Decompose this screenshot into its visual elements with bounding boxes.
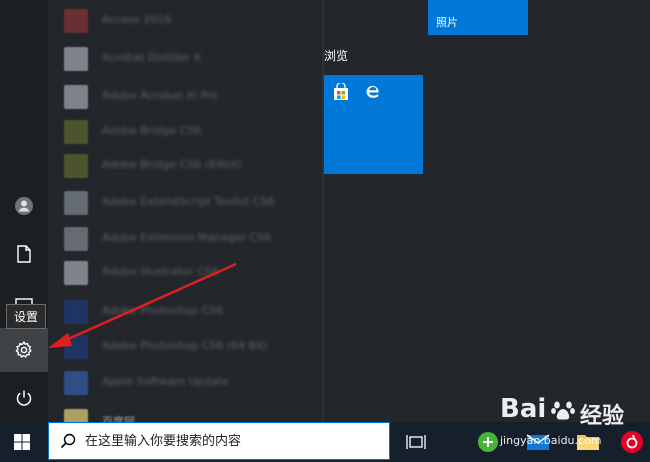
browse-tile[interactable]: [324, 75, 423, 174]
app-icon: [64, 261, 88, 285]
app-name: Adobe Illustrator CS6: [102, 265, 219, 278]
file-explorer-button[interactable]: [570, 422, 606, 462]
app-list-item[interactable]: Adobe Photoshop CS6: [56, 295, 324, 329]
power-button[interactable]: [0, 376, 48, 420]
app-list-item[interactable]: Acrobat Distiller X: [56, 42, 324, 76]
edge-icon: [366, 85, 379, 98]
app-list: Access 2016 Acrobat Distiller X Adobe Ac…: [56, 0, 324, 422]
app-list-item[interactable]: 百度网: [56, 404, 324, 422]
green-app-icon: [478, 432, 498, 452]
app-name: Apple Software Update: [102, 375, 229, 388]
search-input[interactable]: [85, 429, 375, 453]
settings-button[interactable]: [0, 328, 48, 372]
app-name: Adobe Bridge CS6 (64bit): [102, 158, 242, 171]
start-rail: [0, 0, 48, 422]
app-name: Adobe Acrobat XI Pro: [102, 89, 218, 102]
microsoft-store-icon: [334, 83, 348, 100]
netease-music-button[interactable]: [614, 422, 650, 462]
taskbar-search-box[interactable]: [48, 422, 390, 460]
documents-button[interactable]: [0, 232, 48, 276]
task-view-icon: [406, 435, 426, 449]
app-list-item[interactable]: Adobe Bridge CS6 (64bit): [56, 149, 324, 183]
app-name: Adobe Photoshop CS6 (64 Bit): [102, 339, 268, 352]
app-name: Acrobat Distiller X: [102, 51, 201, 64]
app-name: Access 2016: [102, 13, 172, 26]
app-icon: [64, 154, 88, 178]
app-list-item[interactable]: Adobe Photoshop CS6 (64 Bit): [56, 330, 324, 364]
user-avatar-icon: [15, 197, 33, 215]
app-list-item[interactable]: Adobe Illustrator CS6: [56, 256, 324, 290]
app-icon: [64, 227, 88, 251]
app-name: 百度网: [102, 415, 135, 422]
folder-icon: [577, 435, 599, 450]
mail-icon: [526, 434, 550, 450]
app-icon: [64, 47, 88, 71]
task-view-button[interactable]: [398, 422, 434, 462]
app-icon: [64, 120, 88, 144]
gear-icon: [15, 341, 32, 358]
app-name: Adobe Bridge CS6: [102, 124, 202, 137]
photos-tile[interactable]: 照片: [428, 0, 528, 35]
music-app-icon: [621, 431, 643, 453]
user-account-button[interactable]: [0, 184, 48, 228]
app-name: Adobe Extension Manager CS6: [102, 231, 272, 244]
settings-tooltip: 设置: [6, 304, 47, 329]
app-icon: [64, 191, 88, 215]
app-icon: [64, 85, 88, 109]
windows-logo-icon: [14, 434, 30, 450]
search-icon: [60, 433, 76, 449]
app-icon: [64, 335, 88, 359]
app-list-item[interactable]: Adobe Bridge CS6: [56, 115, 324, 149]
app-list-item[interactable]: Adobe ExtendScript Toolkit CS6: [56, 186, 324, 220]
app-name: Adobe ExtendScript Toolkit CS6: [102, 195, 275, 208]
document-icon: [17, 245, 31, 263]
taskbar-app-green[interactable]: [470, 422, 506, 462]
app-list-item[interactable]: Adobe Extension Manager CS6: [56, 222, 324, 256]
photos-tile-label: 照片: [436, 16, 458, 29]
start-button[interactable]: [4, 422, 40, 462]
app-icon: [64, 9, 88, 33]
app-list-item[interactable]: Apple Software Update: [56, 366, 324, 400]
tile-group-label: 浏览: [324, 49, 349, 63]
app-icon: [64, 371, 88, 395]
start-menu: 设置 Access 2016 Acrobat Distiller X Adobe…: [0, 0, 650, 422]
app-list-item[interactable]: Adobe Acrobat XI Pro: [56, 80, 324, 114]
app-list-item[interactable]: Access 2016: [56, 4, 324, 38]
power-icon: [16, 390, 32, 406]
mail-button[interactable]: [520, 422, 556, 462]
app-name: Adobe Photoshop CS6: [102, 304, 224, 317]
folder-icon: [64, 409, 88, 422]
app-icon: [64, 300, 88, 324]
